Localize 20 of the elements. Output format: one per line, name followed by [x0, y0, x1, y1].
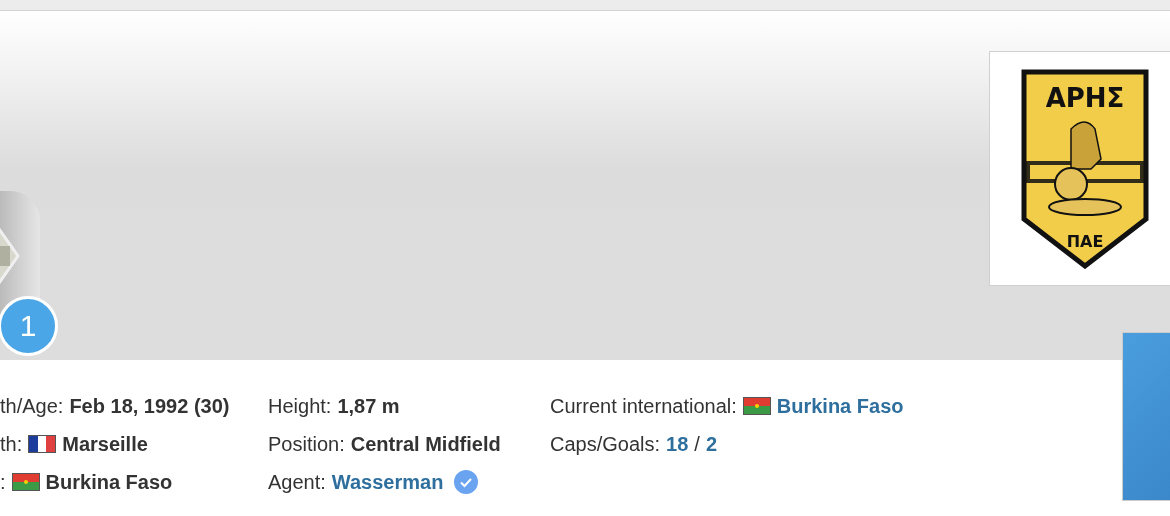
info-value: Central Midfield [350, 432, 501, 456]
info-link[interactable]: Burkina Faso [776, 394, 904, 418]
info-label: Current international: [550, 394, 737, 418]
goals-link[interactable]: 2 [705, 432, 717, 456]
info-value: 1,87 m [337, 394, 400, 418]
info-label: Height: [268, 394, 332, 418]
info-value: Marseille [62, 432, 148, 456]
info-label: Agent: [268, 470, 326, 494]
info-value: Burkina Faso [45, 470, 173, 494]
club-crest-logo: ΑΡΗΣ ΠΑΕ [1021, 68, 1149, 269]
info-link[interactable]: Wasserman [331, 470, 444, 494]
info-value: Feb 18, 1992 (30) [69, 394, 230, 418]
shirt-number-badge: 1 [0, 296, 58, 356]
caps-link[interactable]: 18 [666, 432, 689, 456]
info-label: Caps/Goals: [550, 432, 661, 456]
info-label: Position: [268, 432, 345, 456]
info-label: : [0, 470, 6, 494]
info-label: th/Age: [0, 394, 64, 418]
info-label: th: [0, 432, 23, 456]
separator-slash: / [694, 432, 700, 456]
